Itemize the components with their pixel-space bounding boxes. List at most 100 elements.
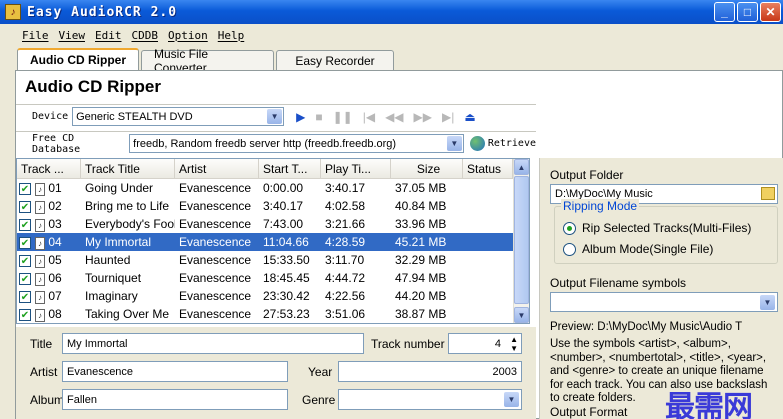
ripping-mode-group: Ripping Mode Rip Selected Tracks(Multi-F… [554,199,778,264]
chevron-down-icon[interactable]: ▼ [504,392,519,407]
rewind-icon[interactable]: ◀◀ [385,110,403,124]
radio-single-file[interactable]: Album Mode(Single File) [563,242,713,256]
col-size[interactable]: Size [391,159,463,178]
track-artist: Evanescence [179,253,252,267]
maximize-button[interactable]: □ [737,2,758,22]
menu-view[interactable]: View [59,29,86,42]
radio-icon[interactable] [563,242,576,256]
track-number: 07 [48,288,62,303]
title-input[interactable]: My Immortal [62,333,364,354]
check-icon[interactable]: ✔ [19,219,31,231]
track-start: 18:45.45 [263,271,310,285]
menu-file[interactable]: File [22,29,49,42]
track-play: 4:28.59 [325,235,366,249]
filename-symbols-label: Output Filename symbols [550,276,687,290]
track-title: Tourniquet [85,271,142,285]
genre-select[interactable]: ▼ [338,389,522,410]
track-artist: Evanescence [179,271,252,285]
watermark: 最需网 [665,390,753,419]
skip-forward-icon[interactable]: ▶| [442,110,454,124]
table-row[interactable]: ✔ ♪ 06 Tourniquet Evanescence 18:45.45 4:… [17,269,529,287]
pause-icon[interactable]: ❚❚ [333,110,353,124]
track-play: 4:44.72 [325,271,366,285]
year-input[interactable]: 2003 [338,361,522,382]
artist-input[interactable]: Evanescence [62,361,288,382]
table-row-selected[interactable]: ✔ ♪ 04 My Immortal Evanescence 11:04.66 4… [17,233,529,251]
filename-symbols-select[interactable]: ▼ [550,292,778,312]
check-icon[interactable]: ✔ [19,309,31,321]
track-start: 15:33.50 [263,253,310,267]
album-input[interactable]: Fallen [62,389,288,410]
folder-icon[interactable] [761,187,775,200]
chevron-down-icon[interactable]: ▼ [267,109,283,124]
skip-back-icon[interactable]: |◀ [363,110,375,124]
tab-audio-cd-ripper[interactable]: Audio CD Ripper [17,48,139,70]
track-start: 27:53.23 [263,307,310,321]
check-icon[interactable]: ✔ [19,291,31,303]
device-value: Generic STEALTH DVD [76,110,193,123]
track-title: Taking Over Me [85,307,170,321]
stop-icon[interactable]: ■ [315,110,322,124]
scroll-thumb[interactable] [514,176,529,304]
col-start[interactable]: Start T... [259,159,321,178]
col-play[interactable]: Play Ti... [321,159,391,178]
col-status[interactable]: Status [463,159,513,178]
retrieve-button[interactable]: Retrieve [469,136,536,151]
table-row[interactable]: ✔ ♪ 08 Taking Over Me Evanescence 27:53.2… [17,305,529,323]
menu-bar: File View Edit CDDB Option Help [0,24,783,46]
title-bar: ♪ Easy AudioRCR 2.0 _ □ ✕ [0,0,783,24]
table-scrollbar[interactable]: ▲ ▼ [513,159,529,323]
menu-option[interactable]: Option [168,29,208,42]
check-icon[interactable]: ✔ [19,237,31,249]
table-row[interactable]: ✔ ♪ 02 Bring me to Life Evanescence 3:40.… [17,197,529,215]
play-icon[interactable]: ▶ [296,110,305,124]
page-title: Audio CD Ripper [25,77,161,96]
table-row[interactable]: ✔ ♪ 07 Imaginary Evanescence 23:30.42 4:2… [17,287,529,305]
tab-music-file-converter[interactable]: Music File Converter [141,47,274,75]
table-row[interactable]: ✔ ♪ 03 Everybody's Fool Evanescence 7:43.… [17,215,529,233]
menu-help[interactable]: Help [218,29,245,42]
radio-single-label: Album Mode(Single File) [582,242,714,256]
device-select[interactable]: Generic STEALTH DVD ▼ [72,107,285,126]
tab-easy-recorder[interactable]: Easy Recorder [276,50,394,70]
menu-edit[interactable]: Edit [95,29,122,42]
track-title: Imaginary [85,289,138,303]
check-icon[interactable]: ✔ [19,201,31,213]
eject-icon[interactable]: ⏏ [464,110,475,124]
check-icon[interactable]: ✔ [19,183,31,195]
table-row[interactable]: ✔ ♪ 01 Going Under Evanescence 0:00.00 3:… [17,179,529,197]
check-icon[interactable]: ✔ [19,273,31,285]
menu-cddb[interactable]: CDDB [132,29,159,42]
cddb-select[interactable]: freedb, Random freedb server http (freed… [129,134,464,153]
track-title: Everybody's Fool [85,217,175,231]
minimize-button[interactable]: _ [714,2,735,22]
fast-forward-icon[interactable]: ▶▶ [414,110,432,124]
scroll-up-icon[interactable]: ▲ [514,159,529,175]
col-artist[interactable]: Artist [175,159,259,178]
track-size: 40.84 MB [395,199,447,213]
track-start: 11:04.66 [263,235,309,249]
track-info-form: Title My Immortal Track number 4 ▲ ▼ Arti… [16,327,536,419]
album-label: Album [30,393,65,407]
table-row[interactable]: ✔ ♪ 05 Haunted Evanescence 15:33.50 3:11.… [17,251,529,269]
scroll-down-icon[interactable]: ▼ [514,307,529,323]
track-number: 02 [48,198,62,213]
col-title[interactable]: Track Title [81,159,175,178]
track-artist: Evanescence [179,307,252,321]
chevron-down-icon[interactable]: ▼ [446,136,462,151]
table-header: Track ... Track Title Artist Start T... … [17,159,529,179]
col-track[interactable]: Track ... [17,159,81,178]
check-icon[interactable]: ✔ [19,255,31,267]
track-artist: Evanescence [179,181,252,195]
radio-multi-files[interactable]: Rip Selected Tracks(Multi-Files) [563,221,751,235]
close-button[interactable]: ✕ [760,2,781,22]
track-start: 23:30.42 [263,289,310,303]
cddb-row: Free CD Database freedb, Random freedb s… [16,131,536,155]
music-note-icon: ♪ [35,290,45,304]
radio-selected-icon[interactable] [563,221,576,235]
music-note-icon: ♪ [35,254,45,268]
track-number-stepper[interactable]: 4 ▲ ▼ [448,333,522,354]
chevron-down-icon[interactable]: ▼ [760,295,775,310]
stepper-arrows-icon[interactable]: ▲ ▼ [510,335,518,353]
track-play: 3:21.66 [325,217,366,231]
